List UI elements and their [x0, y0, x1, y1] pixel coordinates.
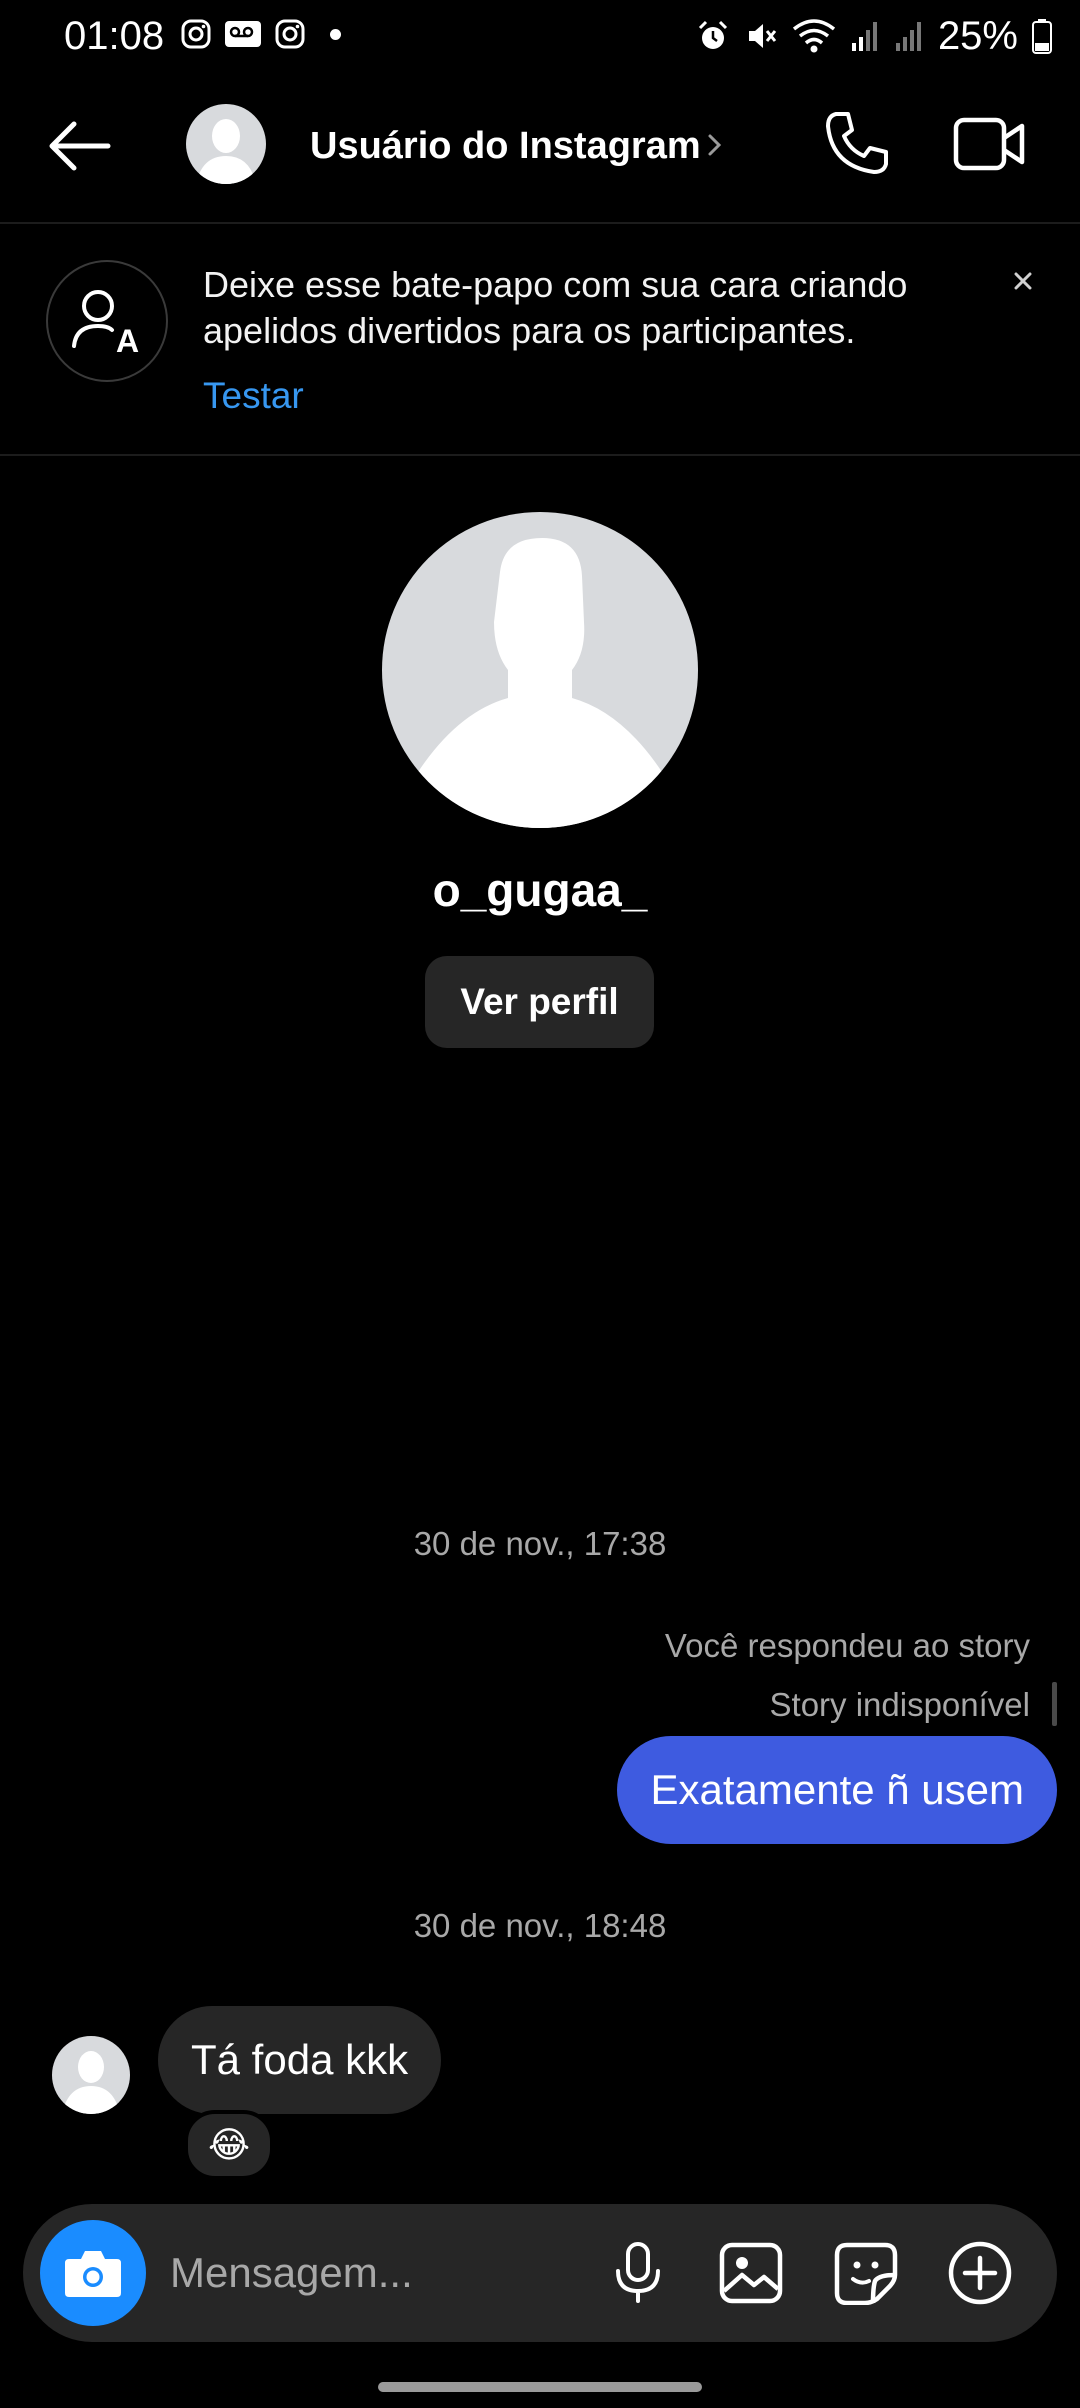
plus-circle-icon [948, 2241, 1012, 2305]
sender-avatar[interactable] [52, 2036, 130, 2114]
camera-button[interactable] [40, 2220, 146, 2326]
gallery-button[interactable] [716, 2238, 786, 2308]
sticker-icon [834, 2242, 898, 2305]
reaction-emoji[interactable]: 😂 [184, 2110, 274, 2180]
mute-icon [748, 24, 777, 48]
camera-icon [65, 2251, 121, 2297]
gallery-icon [719, 2242, 783, 2304]
message-timestamp: 30 de nov., 18:48 [413, 1907, 667, 1944]
instagram-icon [181, 19, 211, 49]
default-avatar-icon [62, 2051, 120, 2114]
battery-icon [1032, 19, 1052, 54]
banner-text: Deixe esse bate-papo com sua cara criand… [203, 264, 908, 351]
battery-percentage: 25% [937, 14, 1018, 58]
signal-icon [895, 22, 921, 51]
microphone-icon [616, 2242, 660, 2303]
video-camera-icon[interactable] [952, 112, 1028, 176]
sent-message-bubble[interactable]: Exatamente ñ usem [617, 1736, 1057, 1844]
default-avatar-icon [196, 119, 256, 184]
microphone-button[interactable] [603, 2238, 673, 2308]
message-input[interactable] [170, 2238, 570, 2308]
banner-divider [0, 454, 1080, 456]
sticker-button[interactable] [831, 2238, 901, 2308]
notification-dot-icon [330, 29, 341, 40]
default-avatar-icon [408, 538, 672, 828]
nickname-icon: A [72, 290, 139, 359]
header-divider [0, 222, 1080, 224]
signal-icon [851, 22, 877, 51]
home-indicator[interactable] [378, 2382, 702, 2392]
svg-text:A: A [116, 323, 139, 359]
header-avatar[interactable] [186, 104, 266, 184]
banner-icon-circle: A [46, 260, 168, 382]
story-unavailable-label: Story indisponível [769, 1686, 1030, 1723]
view-profile-button[interactable]: Ver perfil [425, 956, 654, 1048]
banner-try-button[interactable]: Testar [203, 370, 304, 422]
header-title[interactable]: Usuário do Instagram [310, 118, 701, 174]
chevron-right-icon[interactable] [704, 130, 726, 160]
wifi-icon [792, 19, 836, 53]
alarm-icon [698, 20, 727, 49]
close-icon[interactable] [1008, 266, 1038, 296]
back-arrow-icon[interactable] [44, 116, 114, 176]
story-reply-note: Você respondeu ao story [664, 1627, 1030, 1664]
profile-username: o_gugaa_ [432, 864, 648, 916]
message-timestamp: 30 de nov., 17:38 [413, 1525, 667, 1562]
received-message-bubble[interactable]: Tá foda kkk [158, 2006, 442, 2114]
profile-avatar[interactable] [382, 512, 698, 828]
status-time: 01:08 [64, 14, 165, 58]
phone-icon[interactable] [822, 108, 892, 178]
story-reply-bar [1052, 1682, 1057, 1726]
instagram-icon [275, 19, 305, 49]
voicemail-icon [225, 21, 261, 47]
more-options-button[interactable] [945, 2238, 1015, 2308]
status-right-group: 25% [696, 12, 1052, 60]
